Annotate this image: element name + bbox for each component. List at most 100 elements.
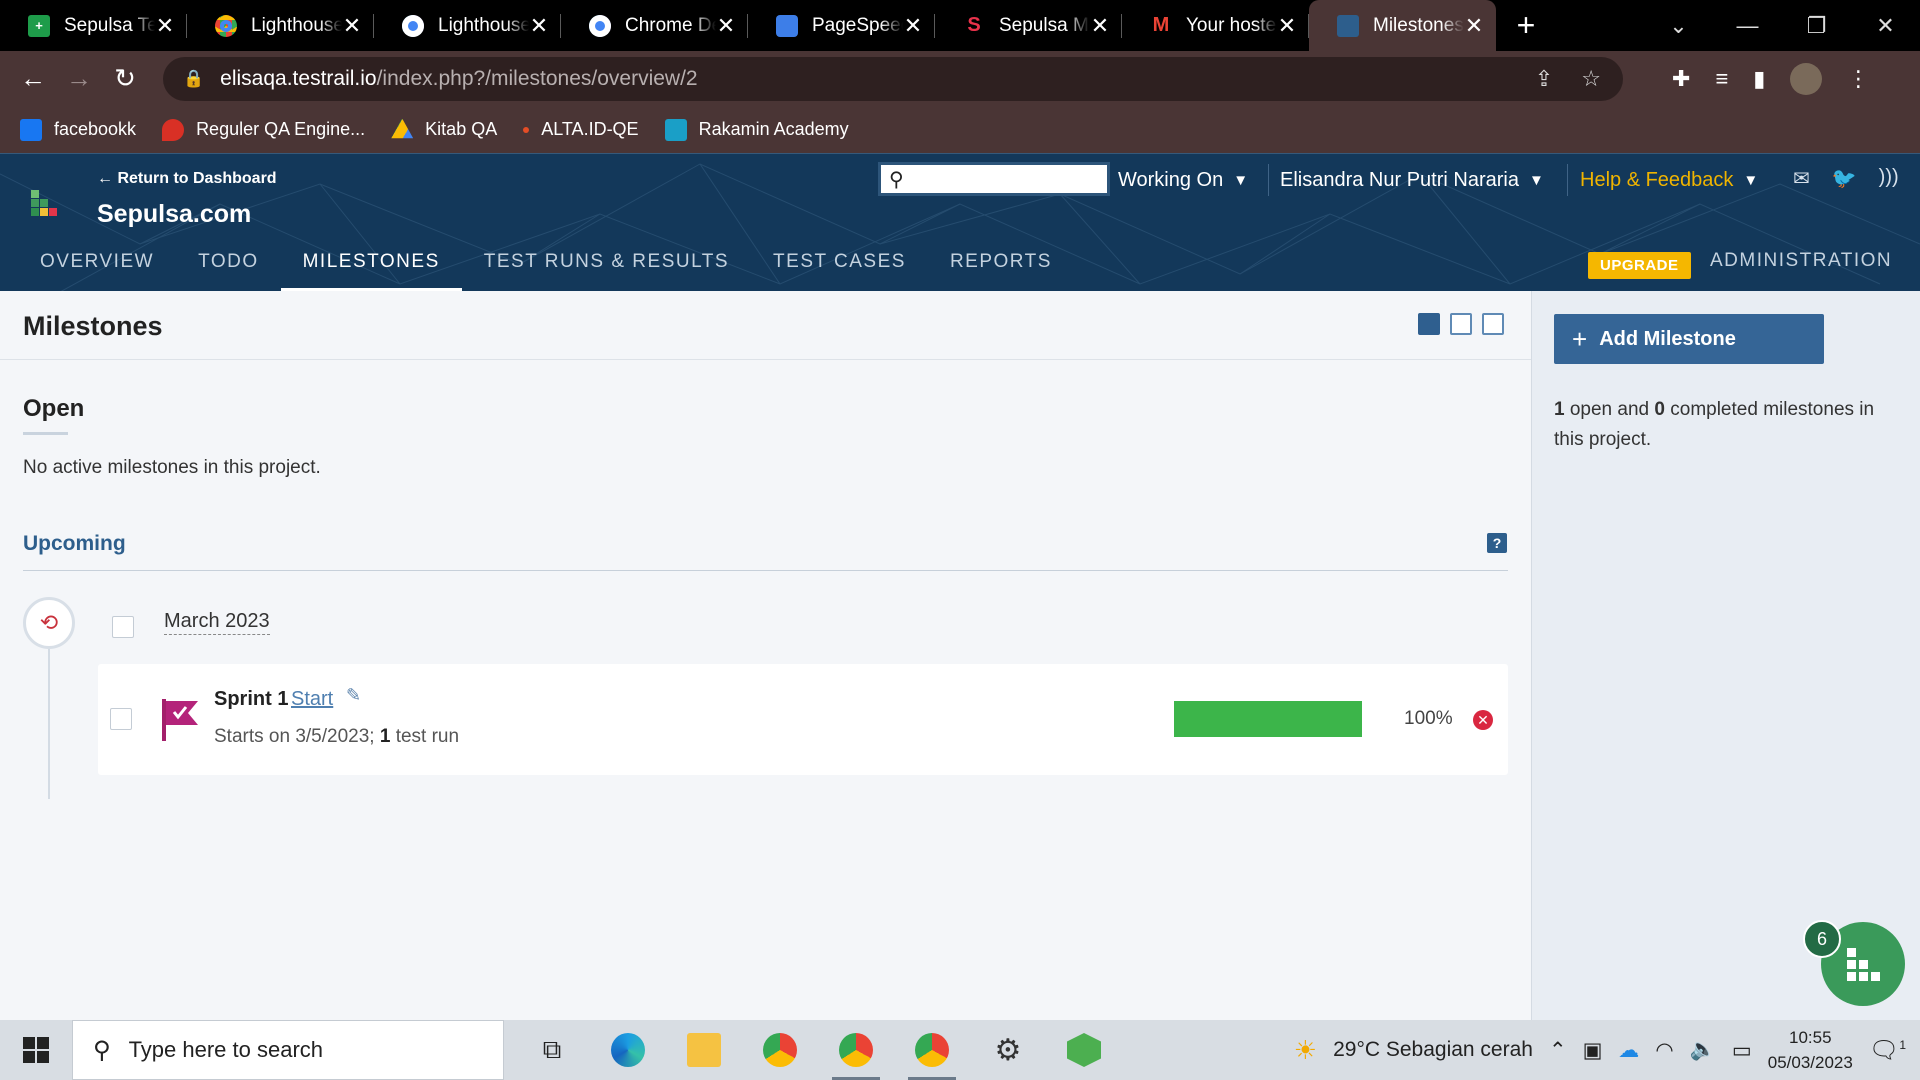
notification-center-icon[interactable]: 🗨1	[1869, 1036, 1906, 1065]
working-on-menu[interactable]: Working On ▼	[1118, 162, 1248, 198]
browser-tab[interactable]: M Your hostec ✕	[1122, 0, 1309, 51]
reload-icon[interactable]: ↻	[102, 63, 148, 94]
wifi-icon[interactable]: ◠	[1655, 1038, 1673, 1063]
side-panel-icon[interactable]: ▮	[1753, 66, 1765, 92]
search-input-wrapper[interactable]: ⚲	[878, 162, 1117, 196]
chrome-favicon-icon	[589, 14, 611, 37]
browser-tab[interactable]: + Sepulsa Test ✕	[0, 0, 187, 51]
settings-gear-icon[interactable]: ⚙	[970, 1020, 1046, 1080]
sidebar: + Add Milestone 1 open and 0 completed m…	[1531, 291, 1920, 1020]
edge-icon[interactable]	[590, 1020, 666, 1080]
return-to-dashboard-link[interactable]: ← Return to Dashboard	[97, 170, 277, 188]
bookmark-item[interactable]: Reguler QA Engine...	[162, 118, 365, 141]
minimize-icon[interactable]: —	[1713, 13, 1782, 39]
divider	[0, 359, 1531, 360]
close-tab-icon[interactable]: ✕	[342, 13, 362, 39]
back-icon[interactable]: ←	[10, 63, 56, 94]
browser-tab[interactable]: S Sepulsa Mc ✕	[935, 0, 1122, 51]
restore-icon[interactable]: ❐	[1782, 13, 1851, 39]
browser-tab[interactable]: Lighthouse ✕	[374, 0, 561, 51]
close-tab-icon[interactable]: ✕	[1090, 13, 1110, 39]
tab-todo[interactable]: TODO	[176, 242, 281, 291]
mail-icon[interactable]: ✉	[1793, 166, 1810, 191]
new-tab-button[interactable]: +	[1496, 0, 1556, 51]
close-tab-icon[interactable]: ✕	[903, 13, 923, 39]
system-clock[interactable]: 10:55 05/03/2023	[1768, 1025, 1853, 1075]
alta-icon	[523, 126, 530, 133]
chevron-up-icon[interactable]: ⌃	[1549, 1038, 1567, 1063]
file-explorer-icon[interactable]	[666, 1020, 742, 1080]
bookmark-item[interactable]: facebookk	[20, 118, 136, 141]
edit-pencil-icon[interactable]: ✎	[346, 685, 361, 706]
meet-icon[interactable]: ▣	[1583, 1038, 1603, 1063]
bookmark-star-icon[interactable]: ☆	[1581, 66, 1601, 92]
view-mode-switcher	[1418, 313, 1504, 335]
tab-overview[interactable]: OVERVIEW	[18, 242, 176, 291]
add-milestone-button[interactable]: + Add Milestone	[1554, 314, 1824, 364]
weather-text[interactable]: 29°C Sebagian cerah	[1333, 1038, 1533, 1062]
milestones-content: Milestones Open No active milestones in …	[0, 291, 1531, 1020]
battery-icon[interactable]: ▭	[1732, 1038, 1752, 1063]
extensions-icon[interactable]: ✚	[1672, 66, 1690, 92]
close-tab-icon[interactable]: ✕	[155, 13, 175, 39]
chrome-profile-icon[interactable]	[818, 1020, 894, 1080]
close-tab-icon[interactable]: ✕	[716, 13, 736, 39]
volume-icon[interactable]: 🔈	[1690, 1038, 1716, 1062]
tab-test-cases[interactable]: TEST CASES	[751, 242, 928, 291]
help-feedback-menu[interactable]: Help & Feedback ▼	[1580, 162, 1758, 198]
delete-icon[interactable]: ✕	[1473, 710, 1493, 730]
plus-icon: +	[1572, 323, 1588, 354]
browser-tab[interactable]: Lighthouse ✕	[187, 0, 374, 51]
tab-title: PageSpeed	[812, 14, 903, 36]
project-name[interactable]: Sepulsa.com	[97, 200, 251, 229]
rss-icon[interactable]: )))	[1879, 166, 1899, 191]
address-bar[interactable]: 🔒 elisaqa.testrail.io /index.php?/milest…	[163, 57, 1623, 101]
weather-icon[interactable]: ☀	[1294, 1035, 1317, 1066]
search-input[interactable]	[909, 170, 1117, 188]
bookmark-item[interactable]: ALTA.ID-QE	[523, 119, 639, 140]
close-tab-icon[interactable]: ✕	[529, 13, 549, 39]
milestone-name[interactable]: Sprint 1	[214, 688, 288, 711]
chrome-active-icon[interactable]	[894, 1020, 970, 1080]
nodejs-icon[interactable]	[1046, 1020, 1122, 1080]
testrail-logo-icon[interactable]	[31, 190, 65, 224]
administration-link[interactable]: ADMINISTRATION	[1710, 250, 1892, 272]
help-icon[interactable]: ?	[1487, 533, 1507, 553]
milestone-group-label[interactable]: March 2023	[164, 610, 270, 635]
windows-start-icon[interactable]	[0, 1037, 72, 1063]
detail-view-icon[interactable]	[1450, 313, 1472, 335]
share-icon[interactable]: ⇪	[1535, 66, 1553, 92]
main-navigation: OVERVIEW TODO MILESTONES TEST RUNS & RES…	[18, 242, 1074, 291]
tab-reports[interactable]: REPORTS	[928, 242, 1074, 291]
tab-test-runs-results[interactable]: TEST RUNS & RESULTS	[462, 242, 751, 291]
close-tab-icon[interactable]: ✕	[1277, 13, 1297, 39]
close-tab-icon[interactable]: ✕	[1464, 13, 1484, 39]
chrome-icon[interactable]	[742, 1020, 818, 1080]
browser-tab[interactable]: Chrome De ✕	[561, 0, 748, 51]
media-control-icon[interactable]: ≡	[1715, 66, 1728, 92]
menu-separator	[1567, 162, 1568, 198]
close-window-icon[interactable]: ✕	[1851, 13, 1920, 39]
compact-view-icon[interactable]	[1418, 313, 1440, 335]
group-checkbox[interactable]	[112, 616, 134, 638]
browser-menu-icon[interactable]: ⋮	[1847, 66, 1869, 92]
profile-avatar[interactable]	[1790, 62, 1823, 95]
milestone-checkbox[interactable]	[110, 708, 132, 730]
tab-milestones[interactable]: MILESTONES	[280, 242, 462, 291]
browser-tab-active[interactable]: Milestones ✕	[1309, 0, 1496, 51]
tab-search-icon[interactable]: ⌄	[1644, 13, 1713, 39]
testrail-favicon-icon	[1337, 14, 1359, 37]
taskbar-search-input[interactable]: ⚲ Type here to search	[72, 1020, 504, 1080]
upgrade-button[interactable]: UPGRADE	[1588, 252, 1691, 279]
user-menu[interactable]: Elisandra Nur Putri Nararia ▼	[1280, 162, 1544, 198]
bookmark-item[interactable]: Kitab QA	[391, 118, 497, 141]
forward-icon[interactable]: →	[56, 63, 102, 94]
task-view-icon[interactable]: ⧉	[514, 1020, 590, 1080]
list-view-icon[interactable]	[1482, 313, 1504, 335]
browser-tab[interactable]: PageSpeed ✕	[748, 0, 935, 51]
onedrive-icon[interactable]: ☁	[1618, 1038, 1639, 1063]
milestone-start-link[interactable]: Start	[291, 688, 333, 711]
lock-icon[interactable]: 🔒	[183, 69, 204, 89]
twitter-icon[interactable]: 🐦	[1832, 166, 1857, 191]
bookmark-item[interactable]: Rakamin Academy	[664, 118, 849, 141]
